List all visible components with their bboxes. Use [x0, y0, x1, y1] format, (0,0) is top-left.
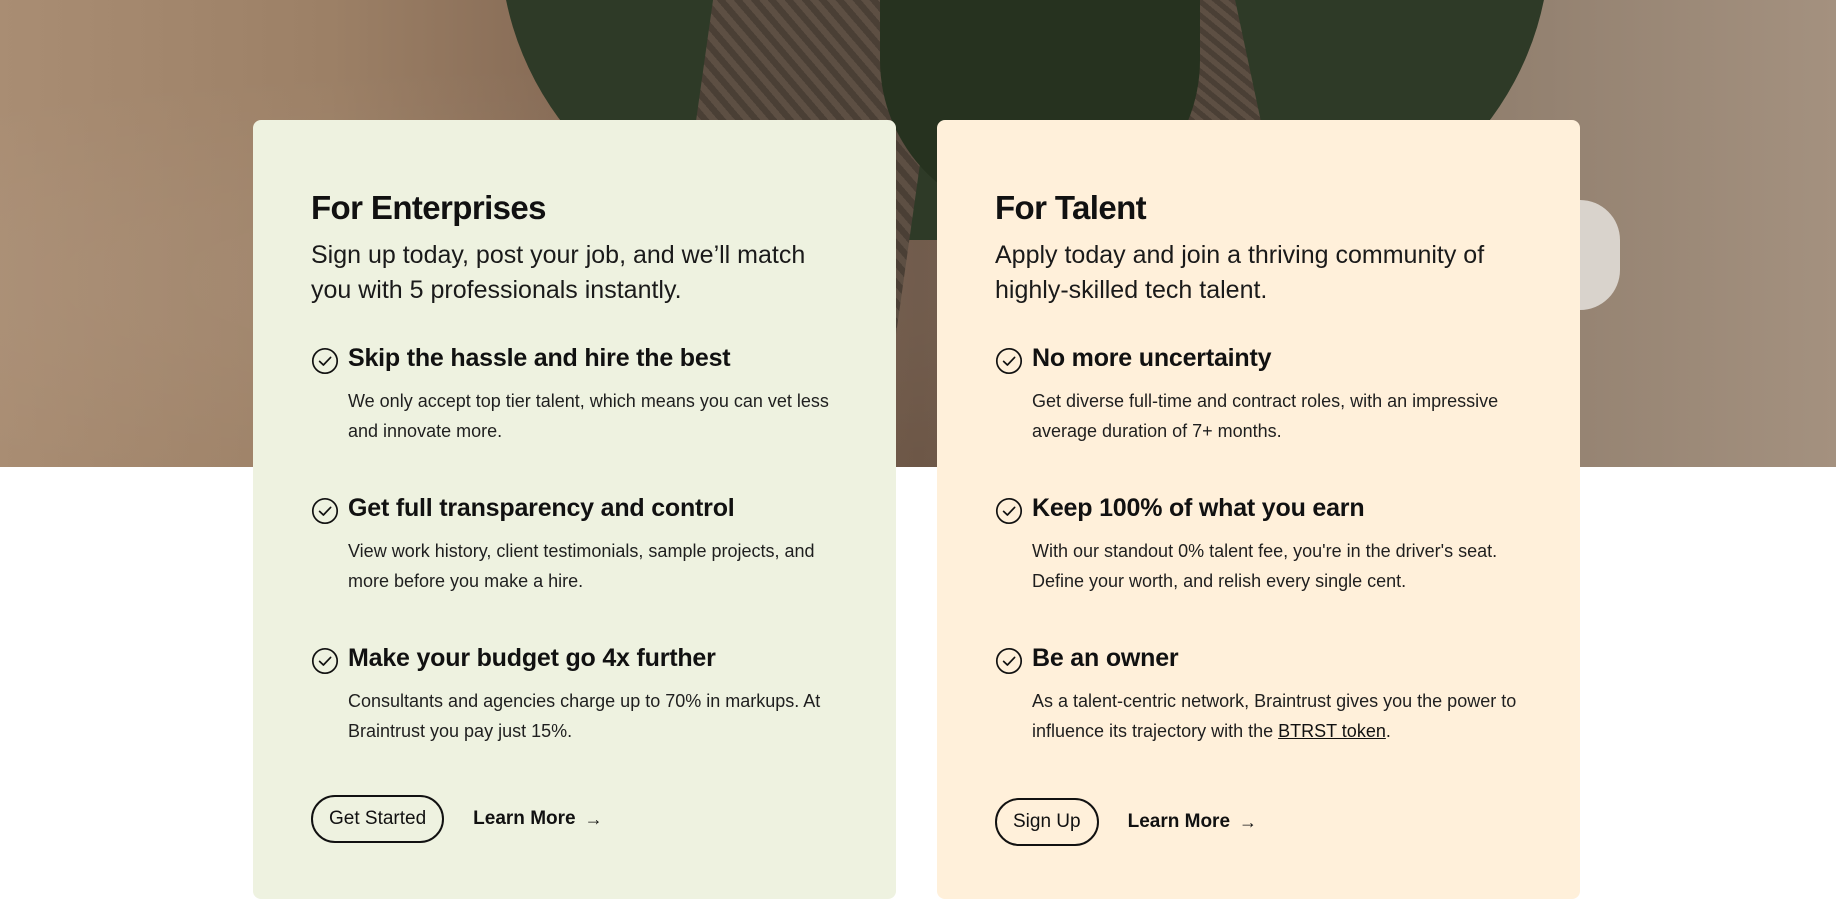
talent-learn-more-link[interactable]: Learn More →	[1128, 811, 1257, 833]
enterprise-feature-heading: Make your budget go 4x further	[348, 644, 716, 672]
enterprise-card-subtitle: Sign up today, post your job, and we’ll …	[311, 241, 806, 304]
talent-feature-heading: No more uncertainty	[1032, 344, 1272, 372]
talent-feature-heading: Be an owner	[1032, 644, 1179, 672]
check-circle-icon	[311, 647, 339, 675]
enterprise-card-title: For Enterprises	[311, 189, 547, 226]
check-circle-icon	[995, 647, 1023, 675]
enterprise-feature-description: We only accept top tier talent, which me…	[348, 391, 829, 441]
talent-feature-description: Get diverse full-time and contract roles…	[1032, 391, 1499, 441]
enterprise-feature-item: Make your budget go 4x further Consultan…	[311, 642, 838, 792]
check-circle-icon	[995, 497, 1023, 525]
enterprise-feature-heading: Get full transparency and control	[348, 494, 735, 522]
check-circle-icon	[995, 347, 1023, 375]
enterprise-feature-description: View work history, client testimonials, …	[348, 541, 815, 591]
sign-up-button[interactable]: Sign Up	[995, 798, 1099, 846]
enterprise-feature-heading: Skip the hassle and hire the best	[348, 344, 731, 372]
enterprise-feature-description: Consultants and agencies charge up to 70…	[348, 691, 821, 741]
learn-more-label: Learn More	[1127, 811, 1231, 832]
talent-feature-item: Keep 100% of what you earn With our stan…	[995, 492, 1522, 642]
talent-feature-heading: Keep 100% of what you earn	[1032, 494, 1365, 522]
talent-feature-description-end: .	[1385, 721, 1391, 741]
talent-feature-description-text: As a talent-centric network, Braintrust …	[1032, 691, 1517, 741]
enterprise-feature-item: Skip the hassle and hire the best We onl…	[311, 342, 838, 492]
talent-cta-row: Sign Up Learn More →	[995, 798, 1257, 846]
get-started-button[interactable]: Get Started	[311, 795, 445, 843]
talent-feature-list: No more uncertainty Get diverse full-tim…	[995, 342, 1522, 792]
arrow-right-icon: →	[1239, 811, 1258, 832]
talent-feature-description: As a talent-centric network, Braintrust …	[1032, 686, 1532, 746]
talent-feature-description: With our standout 0% talent fee, you're …	[1032, 541, 1498, 591]
enterprise-feature-list: Skip the hassle and hire the best We onl…	[311, 342, 838, 792]
talent-feature-item: Be an owner As a talent-centric network,…	[995, 642, 1522, 792]
check-circle-icon	[311, 347, 339, 375]
arrow-right-icon: →	[584, 808, 603, 829]
learn-more-label: Learn More	[473, 808, 576, 829]
talent-card-title: For Talent	[995, 189, 1147, 226]
talent-card: For Talent Apply today and join a thrivi…	[937, 120, 1580, 899]
enterprise-card: For Enterprises Sign up today, post your…	[253, 120, 896, 899]
talent-feature-item: No more uncertainty Get diverse full-tim…	[995, 342, 1522, 492]
btrst-token-link[interactable]: BTRST token	[1278, 721, 1386, 741]
enterprise-learn-more-link[interactable]: Learn More →	[473, 808, 602, 830]
enterprise-feature-item: Get full transparency and control View w…	[311, 492, 838, 642]
check-circle-icon	[311, 497, 339, 525]
enterprise-cta-row: Get Started Learn More →	[311, 795, 603, 843]
talent-card-subtitle: Apply today and join a thriving communit…	[995, 241, 1485, 304]
